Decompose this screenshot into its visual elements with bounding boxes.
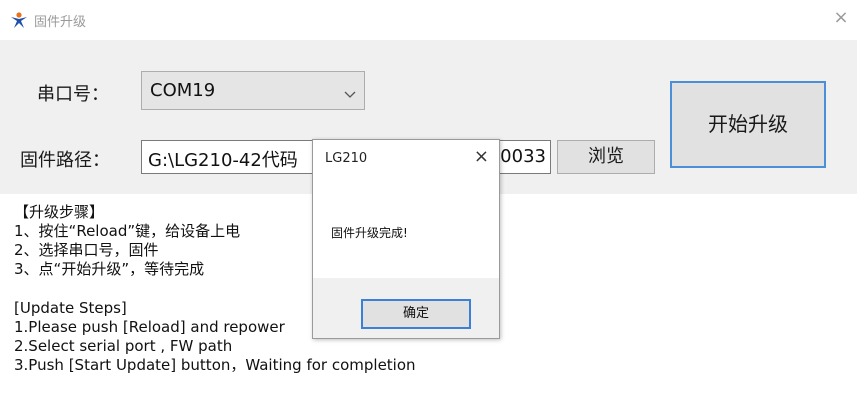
dialog-title: LG210	[325, 151, 368, 166]
completion-dialog: LG210 × 固件升级完成! 确定	[312, 139, 500, 339]
steps-en-line: 2.Select serial port , FW path	[14, 337, 233, 355]
dialog-footer: 确定	[313, 278, 499, 338]
firmware-path-value: G:\LG210-42代码	[148, 150, 298, 171]
close-icon[interactable]: ×	[831, 8, 851, 28]
steps-en-line: 3.Push [Start Update] button，Waiting for…	[14, 356, 416, 374]
title-bar: 固件升级 ×	[0, 0, 857, 40]
firmware-path-label: 固件路径：	[20, 150, 110, 171]
chevron-down-icon	[344, 85, 356, 98]
dialog-close-icon[interactable]: ×	[474, 146, 489, 167]
serial-port-select[interactable]: COM19	[141, 71, 365, 110]
app-logo-icon	[10, 11, 28, 29]
serial-port-value: COM19	[150, 80, 216, 101]
dialog-message: 固件升级完成!	[331, 226, 408, 240]
browse-button[interactable]: 浏览	[557, 140, 655, 174]
firmware-upgrade-window: 固件升级 × 串口号： COM19 固件路径： G:\LG210-42代码 20…	[0, 0, 857, 412]
serial-port-label: 串口号：	[37, 84, 109, 105]
ok-button[interactable]: 确定	[361, 299, 471, 329]
start-upgrade-button[interactable]: 开始升级	[670, 81, 826, 168]
window-title: 固件升级	[34, 15, 87, 30]
